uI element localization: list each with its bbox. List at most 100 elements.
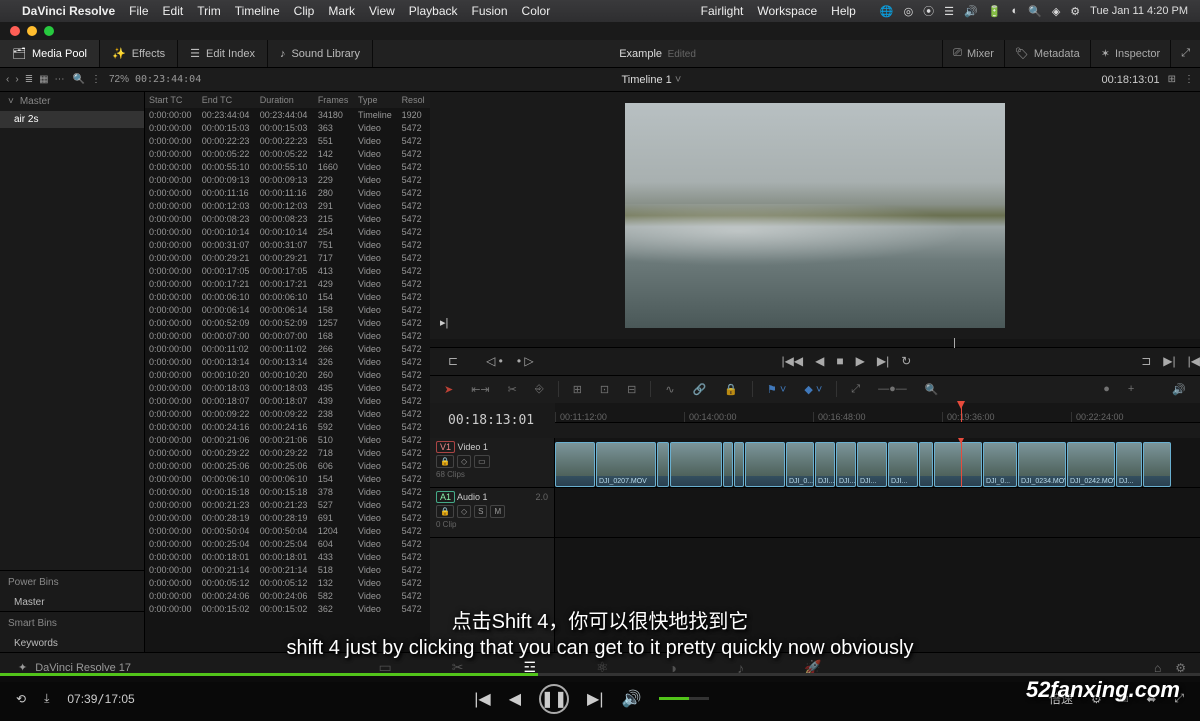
step-back-icon[interactable]: ▸|: [440, 316, 448, 329]
nav-fwd[interactable]: ›: [15, 74, 18, 85]
filter-icon[interactable]: ⋮: [91, 74, 101, 85]
media-row[interactable]: 0:00:00:0000:00:11:1600:00:11:16280Video…: [145, 186, 430, 199]
prev-button[interactable]: |◀: [474, 689, 490, 709]
media-row[interactable]: 0:00:00:0000:00:28:1900:00:28:19691Video…: [145, 511, 430, 524]
media-row[interactable]: 0:00:00:0000:00:22:2300:00:22:23551Video…: [145, 134, 430, 147]
media-row[interactable]: 0:00:00:0000:00:06:1400:00:06:14158Video…: [145, 303, 430, 316]
screenshot-icon[interactable]: ⤓: [44, 691, 49, 706]
playhead-line[interactable]: [961, 438, 962, 487]
marker-prev-icon[interactable]: ◁ •: [486, 354, 503, 368]
play-button[interactable]: ▶: [856, 354, 865, 368]
close-button[interactable]: [10, 26, 20, 36]
menu-fusion[interactable]: Fusion: [472, 4, 508, 18]
disable-icon[interactable]: ◇: [457, 455, 471, 468]
timeline-clip[interactable]: [786, 442, 814, 487]
media-row[interactable]: 0:00:00:0000:00:15:1800:00:15:18378Video…: [145, 485, 430, 498]
menu-trim[interactable]: Trim: [197, 4, 221, 18]
tab-metadata[interactable]: 🏷Metadata: [1004, 40, 1090, 67]
go-in-button[interactable]: ▶|: [1163, 354, 1175, 368]
go-out-button[interactable]: |◀: [1188, 354, 1200, 368]
timeline-clip[interactable]: [1116, 442, 1142, 487]
audio-track[interactable]: [555, 488, 1200, 538]
chevron-down-icon[interactable]: ˅: [8, 96, 14, 107]
timeline-clip[interactable]: [934, 442, 982, 487]
menu-file[interactable]: File: [129, 4, 148, 18]
media-row[interactable]: 0:00:00:0000:00:17:2100:00:17:21429Video…: [145, 277, 430, 290]
timeline-clip[interactable]: [1143, 442, 1171, 487]
lock-icon[interactable]: 🔒: [436, 455, 454, 468]
media-row[interactable]: 0:00:00:0000:23:44:0400:23:44:0434180Tim…: [145, 108, 430, 121]
marker-next-icon[interactable]: • ▷: [517, 354, 534, 368]
bin-master[interactable]: Master: [20, 96, 51, 107]
volume-icon[interactable]: 🔊: [621, 689, 641, 709]
media-row[interactable]: 0:00:00:0000:00:21:0600:00:21:06510Video…: [145, 433, 430, 446]
trim-tool[interactable]: ⇤⇥: [467, 381, 493, 398]
view-list-icon[interactable]: ≣: [25, 74, 33, 85]
view-opts-icon[interactable]: ⋯: [55, 74, 65, 85]
column-header[interactable]: Frames: [314, 92, 354, 108]
media-row[interactable]: 0:00:00:0000:00:06:1000:00:06:10154Video…: [145, 290, 430, 303]
menu-view[interactable]: View: [369, 4, 395, 18]
timeline-add[interactable]: +: [1124, 381, 1138, 397]
tab-media-pool[interactable]: 🗂Media Pool: [0, 40, 100, 67]
media-row[interactable]: 0:00:00:0000:00:18:0700:00:18:07439Video…: [145, 394, 430, 407]
menu-playback[interactable]: Playback: [409, 4, 458, 18]
media-row[interactable]: 0:00:00:0000:00:06:1000:00:06:10154Video…: [145, 472, 430, 485]
blade-tool[interactable]: ✂: [504, 381, 521, 398]
audio-track-header[interactable]: A1 Audio 1 2.0 🔒◇SM 0 Clip: [430, 488, 554, 538]
media-row[interactable]: 0:00:00:0000:00:15:0200:00:15:02362Video…: [145, 602, 430, 615]
media-row[interactable]: 0:00:00:0000:00:29:2200:00:29:22718Video…: [145, 446, 430, 459]
wifi-icon[interactable]: ◈: [1052, 5, 1060, 18]
tab-inspector[interactable]: ✶Inspector: [1090, 40, 1170, 67]
zoom-slider[interactable]: —●—: [874, 381, 911, 397]
viewer-menu[interactable]: ⋮: [1184, 74, 1194, 85]
zoom-in-icon[interactable]: 🔍: [921, 381, 943, 398]
expand-button[interactable]: ⤢: [1170, 40, 1200, 67]
media-row[interactable]: 0:00:00:0000:00:15:0300:00:15:03363Video…: [145, 121, 430, 134]
overwrite-tool[interactable]: ⊞: [569, 381, 586, 398]
media-row[interactable]: 0:00:00:0000:00:17:0500:00:17:05413Video…: [145, 264, 430, 277]
loop-button[interactable]: ↻: [901, 354, 911, 368]
column-header[interactable]: End TC: [198, 92, 256, 108]
media-row[interactable]: 0:00:00:0000:00:24:1600:00:24:16592Video…: [145, 420, 430, 433]
tab-mixer[interactable]: ⎚Mixer: [942, 40, 1004, 67]
insert-tool[interactable]: ⎆: [531, 381, 548, 398]
media-row[interactable]: 0:00:00:0000:00:12:0300:00:12:03291Video…: [145, 199, 430, 212]
lock-icon[interactable]: 🔒: [436, 505, 454, 518]
media-row[interactable]: 0:00:00:0000:00:50:0400:00:50:041204Vide…: [145, 524, 430, 537]
menu-help[interactable]: Help: [831, 4, 856, 18]
link-tool[interactable]: 🔗: [689, 381, 711, 398]
timeline-ruler[interactable]: 00:11:12:00 00:14:00:00 00:16:48:00 00:1…: [555, 403, 1200, 423]
timeline-clip[interactable]: [723, 442, 733, 487]
clock[interactable]: Tue Jan 11 4:20 PM: [1090, 5, 1188, 17]
disable-icon[interactable]: ◇: [457, 505, 471, 518]
media-row[interactable]: 0:00:00:0000:00:21:2300:00:21:23527Video…: [145, 498, 430, 511]
app-name[interactable]: DaVinci Resolve: [22, 4, 115, 18]
mute-icon[interactable]: ▭: [474, 455, 490, 468]
viewer-frame[interactable]: [625, 103, 1005, 328]
media-row[interactable]: 0:00:00:0000:00:09:1300:00:09:13229Video…: [145, 173, 430, 186]
timeline-clip[interactable]: [745, 442, 785, 487]
media-row[interactable]: 0:00:00:0000:00:10:2000:00:10:20260Video…: [145, 368, 430, 381]
video-track-header[interactable]: V1 Video 1 🔒◇▭ 68 Clips: [430, 438, 554, 488]
status-icon[interactable]: ⦿: [923, 3, 934, 19]
viewer-opts[interactable]: ⊞: [1168, 74, 1176, 85]
media-row[interactable]: 0:00:00:0000:00:25:0600:00:25:06606Video…: [145, 459, 430, 472]
timeline-clip[interactable]: [857, 442, 887, 487]
media-row[interactable]: 0:00:00:0000:00:11:0200:00:11:02266Video…: [145, 342, 430, 355]
power-bin-master[interactable]: Master: [0, 594, 144, 611]
timeline-clip[interactable]: [555, 442, 595, 487]
arrow-tool[interactable]: ➤: [440, 381, 457, 398]
timeline-clip[interactable]: [596, 442, 656, 487]
timeline-clip[interactable]: [919, 442, 933, 487]
mute-icon[interactable]: 🔊: [1168, 381, 1190, 398]
column-header[interactable]: Start TC: [145, 92, 198, 108]
timeline-clip[interactable]: [657, 442, 669, 487]
media-row[interactable]: 0:00:00:0000:00:09:2200:00:09:22238Video…: [145, 407, 430, 420]
loop-icon[interactable]: ⟲: [16, 692, 26, 706]
mute-icon[interactable]: M: [490, 505, 505, 518]
status-icon[interactable]: 🌐: [880, 5, 894, 18]
solo-icon[interactable]: S: [474, 505, 487, 518]
media-list[interactable]: Start TCEnd TCDurationFramesTypeResol 0:…: [145, 92, 430, 652]
lock-tool[interactable]: 🔒: [720, 381, 742, 398]
